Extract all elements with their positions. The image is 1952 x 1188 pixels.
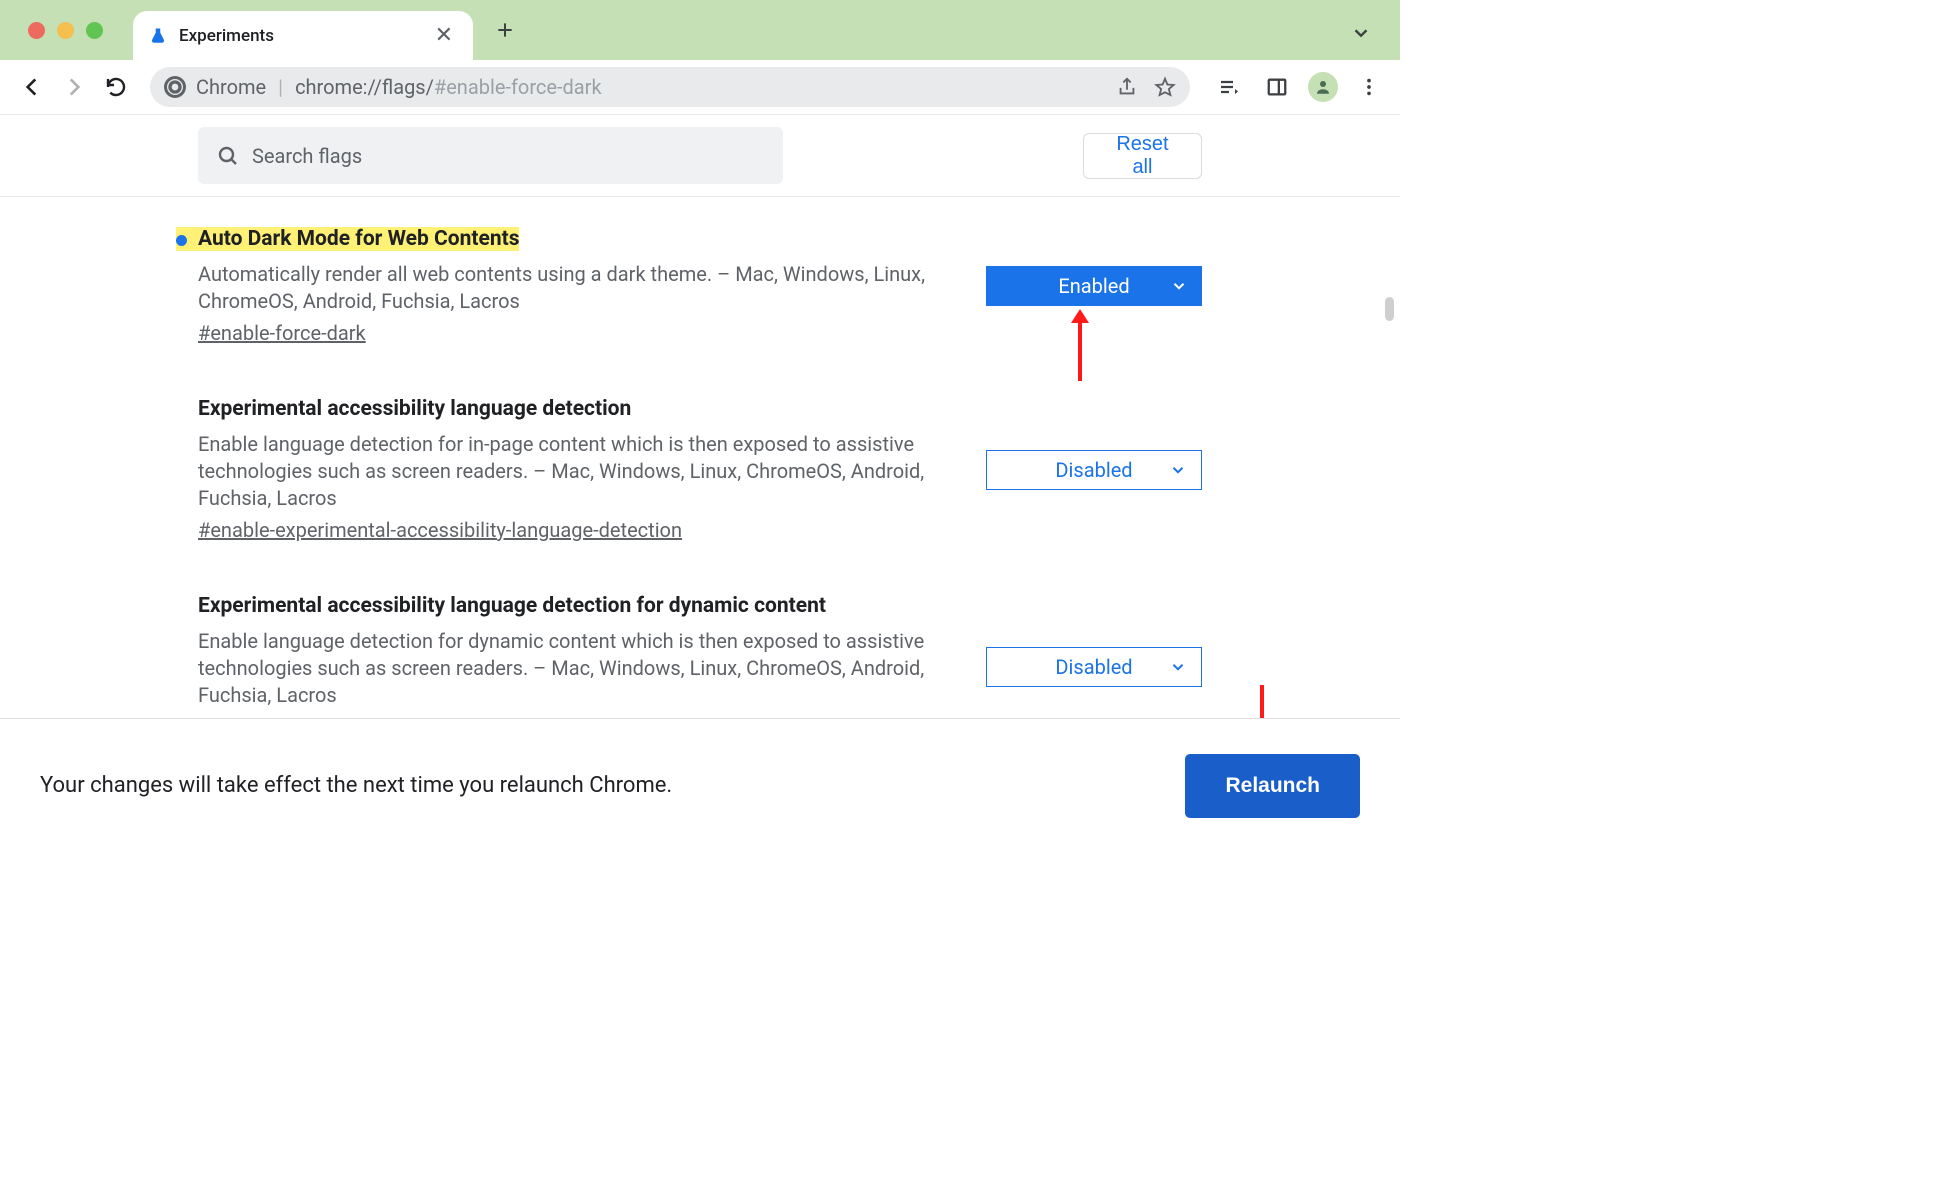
flag-state-label: Disabled (1055, 458, 1132, 482)
flag-state-select[interactable]: Enabled (986, 266, 1202, 306)
media-control-button[interactable] (1212, 70, 1246, 104)
flag-state-label: Enabled (1058, 274, 1129, 298)
profile-avatar-button[interactable] (1308, 72, 1338, 102)
menu-button[interactable] (1352, 70, 1386, 104)
flag-state-select[interactable]: Disabled (986, 450, 1202, 490)
flask-icon (149, 27, 167, 45)
relaunch-button[interactable]: Relaunch (1185, 754, 1360, 818)
side-panel-button[interactable] (1260, 70, 1294, 104)
annotation-arrow-up-icon (1078, 321, 1082, 381)
chevron-down-icon (1169, 461, 1187, 479)
flags-sticky-header: Search flags Reset all (0, 115, 1400, 197)
flag-hash-link[interactable]: #enable-force-dark (176, 321, 366, 345)
reset-all-button[interactable]: Reset all (1083, 133, 1202, 179)
flag-row: Experimental accessibility language dete… (176, 397, 1202, 542)
tab-title: Experiments (179, 26, 419, 46)
omnibox-url: chrome://flags/#enable-force-dark (295, 75, 602, 99)
browser-tab[interactable]: Experiments ✕ (133, 11, 473, 60)
window-minimize-button[interactable] (57, 22, 74, 39)
flag-state-select[interactable]: Disabled (986, 647, 1202, 687)
flag-title: Experimental accessibility language dete… (176, 397, 631, 421)
share-icon[interactable] (1116, 76, 1138, 98)
omnibox-url-path: chrome://flags/ (295, 75, 434, 99)
chevron-down-icon (1170, 277, 1188, 295)
omnibox-scheme: Chrome (196, 75, 266, 99)
flag-hash-link[interactable]: #enable-experimental-accessibility-langu… (176, 518, 682, 542)
scrollbar-thumb[interactable] (1385, 297, 1394, 321)
flags-list: Auto Dark Mode for Web Contents Automati… (0, 197, 1400, 739)
flag-state-label: Disabled (1055, 655, 1132, 679)
flag-description: Automatically render all web contents us… (176, 261, 936, 315)
chevron-down-icon (1169, 658, 1187, 676)
bookmark-icon[interactable] (1154, 76, 1176, 98)
relaunch-bar: Your changes will take effect the next t… (0, 718, 1400, 852)
flag-title: Experimental accessibility language dete… (176, 594, 826, 618)
modified-indicator-icon (176, 235, 187, 246)
flag-row: Auto Dark Mode for Web Contents Automati… (176, 227, 1202, 345)
reload-button[interactable] (98, 69, 134, 105)
browser-toolbar: Chrome | chrome://flags/#enable-force-da… (0, 60, 1400, 115)
window-close-button[interactable] (28, 22, 45, 39)
flag-title: Auto Dark Mode for Web Contents (176, 227, 519, 251)
flag-description: Enable language detection for in-page co… (176, 431, 936, 512)
search-flags-input[interactable]: Search flags (198, 127, 783, 184)
search-placeholder: Search flags (252, 144, 362, 168)
forward-button[interactable] (56, 69, 92, 105)
relaunch-message: Your changes will take effect the next t… (40, 773, 672, 798)
omnibox-separator: | (278, 75, 283, 99)
chrome-badge-icon (164, 76, 186, 98)
address-bar[interactable]: Chrome | chrome://flags/#enable-force-da… (150, 67, 1190, 107)
window-maximize-button[interactable] (86, 22, 103, 39)
flag-description: Enable language detection for dynamic co… (176, 628, 936, 709)
back-button[interactable] (14, 69, 50, 105)
window-controls (28, 22, 103, 39)
new-tab-button[interactable] (495, 20, 515, 40)
omnibox-url-fragment: #enable-force-dark (434, 75, 602, 99)
close-tab-button[interactable]: ✕ (431, 25, 457, 47)
browser-tabstrip: Experiments ✕ (0, 0, 1400, 60)
tabs-dropdown-button[interactable] (1350, 22, 1372, 44)
flags-page: Search flags Reset all Auto Dark Mode fo… (0, 115, 1400, 852)
search-icon (216, 144, 240, 168)
